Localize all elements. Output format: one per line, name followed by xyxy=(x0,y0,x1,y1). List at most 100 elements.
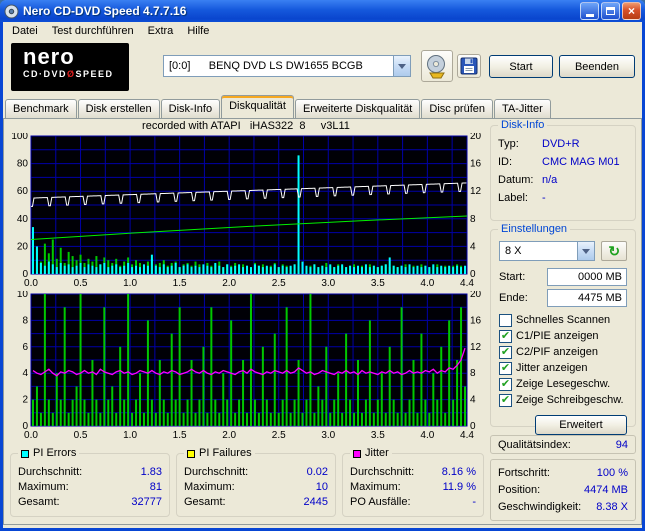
app-icon xyxy=(4,4,19,18)
jitter-legend-swatch xyxy=(353,449,361,458)
svg-text:2.5: 2.5 xyxy=(272,430,286,441)
pi-errors-panel: PI Errors Durchschnitt: 1.83 Maximum: 81 G… xyxy=(10,447,170,517)
settings-caption: Einstellungen xyxy=(498,223,571,236)
save-button[interactable] xyxy=(457,54,481,78)
svg-text:1.5: 1.5 xyxy=(173,278,187,289)
quit-button[interactable]: Beenden xyxy=(559,55,635,78)
chevron-down-icon[interactable] xyxy=(393,56,410,76)
svg-text:16: 16 xyxy=(470,159,482,170)
svg-text:4.0: 4.0 xyxy=(420,278,434,289)
nero-logo-name: nero xyxy=(23,44,75,69)
pi-failures-chart: 10864202016128400.0 0.5 1.0 1.5 2.0 2.5 3.0 3.5… xyxy=(17,291,482,441)
save-icon xyxy=(460,57,478,75)
eject-disc-button[interactable] xyxy=(421,50,453,82)
checkbox-box[interactable]: ✔ xyxy=(499,377,512,391)
tab-erweiterte-diskqualitaet[interactable]: Erweiterte Diskqualität xyxy=(294,99,421,118)
checkbox-box[interactable]: ✔ xyxy=(499,393,512,407)
checkbox-box[interactable] xyxy=(499,313,512,327)
checkbox-schnelles-scannen[interactable]: Schnelles Scannen xyxy=(499,312,627,328)
checkbox-jitter-anzeigen[interactable]: ✔ Jitter anzeigen xyxy=(499,360,627,376)
maximize-icon xyxy=(606,7,615,15)
speed-select-value: 8 X xyxy=(505,245,522,257)
stat-row: PO Ausfälle: - xyxy=(350,495,476,508)
chevron-down-icon[interactable] xyxy=(577,242,595,260)
progress-row: Position: 4474 MB xyxy=(498,483,628,496)
svg-text:0.5: 0.5 xyxy=(74,278,88,289)
app-window: Nero CD-DVD Speed 4.7.7.16 × Datei Test … xyxy=(0,0,645,531)
stat-row: Maximum: 11.9 % xyxy=(350,480,476,493)
diskqualitaet-page: recorded with ATAPI iHAS322 8 v3L11 100 8… xyxy=(3,118,642,525)
svg-text:4: 4 xyxy=(470,395,476,406)
progress-row: Fortschritt: 100 % xyxy=(498,466,628,479)
svg-text:3.0: 3.0 xyxy=(321,278,335,289)
checkbox-box[interactable]: ✔ xyxy=(499,361,512,375)
svg-text:12: 12 xyxy=(470,186,482,197)
advanced-button[interactable]: Erweitert xyxy=(535,415,627,435)
svg-text:2.0: 2.0 xyxy=(222,278,236,289)
quality-index-value: 94 xyxy=(615,438,628,451)
checkbox-zeige-lesegeschw[interactable]: ✔ Zeige Lesegeschw. xyxy=(499,376,627,392)
svg-text:80: 80 xyxy=(17,159,29,170)
svg-text:3.5: 3.5 xyxy=(371,278,385,289)
drive-select-value: [0:0] BENQ DVD LS DW1655 BCGB xyxy=(169,60,363,72)
pi-errors-chart: 1008060402002016128400.0 0.5 1.0 1.5 2.0 2.5 3… xyxy=(11,133,482,289)
checkbox-c1-pie-anzeigen[interactable]: ✔ C1/PIE anzeigen xyxy=(499,328,627,344)
minimize-button[interactable] xyxy=(580,2,599,20)
svg-text:1.5: 1.5 xyxy=(173,430,187,441)
stat-row: Maximum: 10 xyxy=(184,480,328,493)
checkbox-c2-pif-anzeigen[interactable]: ✔ C2/PIF anzeigen xyxy=(499,344,627,360)
checkbox-box[interactable]: ✔ xyxy=(499,345,512,359)
start-field[interactable]: 0000 MB xyxy=(547,267,627,286)
end-field-label: Ende: xyxy=(499,291,528,304)
svg-text:12: 12 xyxy=(470,342,482,353)
svg-text:2.5: 2.5 xyxy=(272,278,286,289)
nero-slash-icon: Ø xyxy=(67,69,76,79)
quality-index-panel: Qualitätsindex: 94 xyxy=(490,435,636,454)
speed-select[interactable]: 8 X xyxy=(499,241,596,261)
tab-benchmark[interactable]: Benchmark xyxy=(5,99,77,118)
progress-panel: Fortschritt: 100 % Position: 4474 MB Gesch… xyxy=(490,459,636,521)
close-button[interactable]: × xyxy=(622,2,641,20)
nero-logo: nero CD·DVDØSPEED xyxy=(11,43,129,91)
checkbox-box[interactable]: ✔ xyxy=(499,329,512,343)
refresh-button[interactable]: ↻ xyxy=(601,241,627,261)
tab-disk-info[interactable]: Disk-Info xyxy=(160,99,221,118)
svg-text:4.0: 4.0 xyxy=(420,430,434,441)
pi-failures-legend-swatch xyxy=(187,449,195,458)
stat-row: Durchschnitt: 8.16 % xyxy=(350,465,476,478)
menu-test-durchfuehren[interactable]: Test durchführen xyxy=(45,23,141,39)
svg-text:8: 8 xyxy=(470,368,476,379)
menu-extra[interactable]: Extra xyxy=(141,23,181,39)
svg-text:60: 60 xyxy=(17,186,29,197)
svg-text:4.4: 4.4 xyxy=(460,278,474,289)
drive-select[interactable]: [0:0] BENQ DVD LS DW1655 BCGB xyxy=(163,55,411,77)
tab-diskqualitaet[interactable]: Diskqualität xyxy=(221,95,294,118)
jitter-panel: Jitter Durchschnitt: 8.16 % Maximum: 11.9 … xyxy=(342,447,484,517)
checkbox-zeige-schreibgeschw[interactable]: ✔ Zeige Schreibgeschw. xyxy=(499,392,627,408)
disk-info-caption: Disk-Info xyxy=(498,119,548,132)
settings-panel: Einstellungen 8 X ↻ Start: 0000 MB Ende:… xyxy=(490,223,636,435)
svg-text:16: 16 xyxy=(470,315,482,326)
nero-logo-sub: CD·DVDØSPEED xyxy=(23,69,114,79)
tabstrip: Benchmark Disk erstellen Disk-Info Diskq… xyxy=(3,95,642,118)
maximize-button[interactable] xyxy=(601,2,620,20)
svg-text:8: 8 xyxy=(470,214,476,225)
disk-info-row: ID: CMC MAG M01 xyxy=(498,156,620,168)
recorded-with-label: recorded with ATAPI iHAS322 8 v3L11 xyxy=(142,120,350,132)
menu-hilfe[interactable]: Hilfe xyxy=(180,23,216,39)
svg-text:6: 6 xyxy=(22,342,28,353)
svg-text:3.5: 3.5 xyxy=(371,430,385,441)
end-field[interactable]: 4475 MB xyxy=(547,288,627,307)
tab-disc-pruefen[interactable]: Disc prüfen xyxy=(421,99,494,118)
tab-disk-erstellen[interactable]: Disk erstellen xyxy=(77,99,160,118)
titlebar[interactable]: Nero CD-DVD Speed 4.7.7.16 × xyxy=(0,0,645,22)
start-button[interactable]: Start xyxy=(489,55,553,78)
svg-text:3.0: 3.0 xyxy=(321,430,335,441)
disk-info-panel: Disk-Info Typ: DVD+R ID: CMC MAG M01 Datum… xyxy=(490,119,636,221)
menu-datei[interactable]: Datei xyxy=(5,23,45,39)
minimize-icon xyxy=(585,14,594,17)
svg-text:0.0: 0.0 xyxy=(24,430,38,441)
menubar: Datei Test durchführen Extra Hilfe xyxy=(3,22,642,40)
tab-ta-jitter[interactable]: TA-Jitter xyxy=(494,99,551,118)
stat-row: Durchschnitt: 1.83 xyxy=(18,465,162,478)
